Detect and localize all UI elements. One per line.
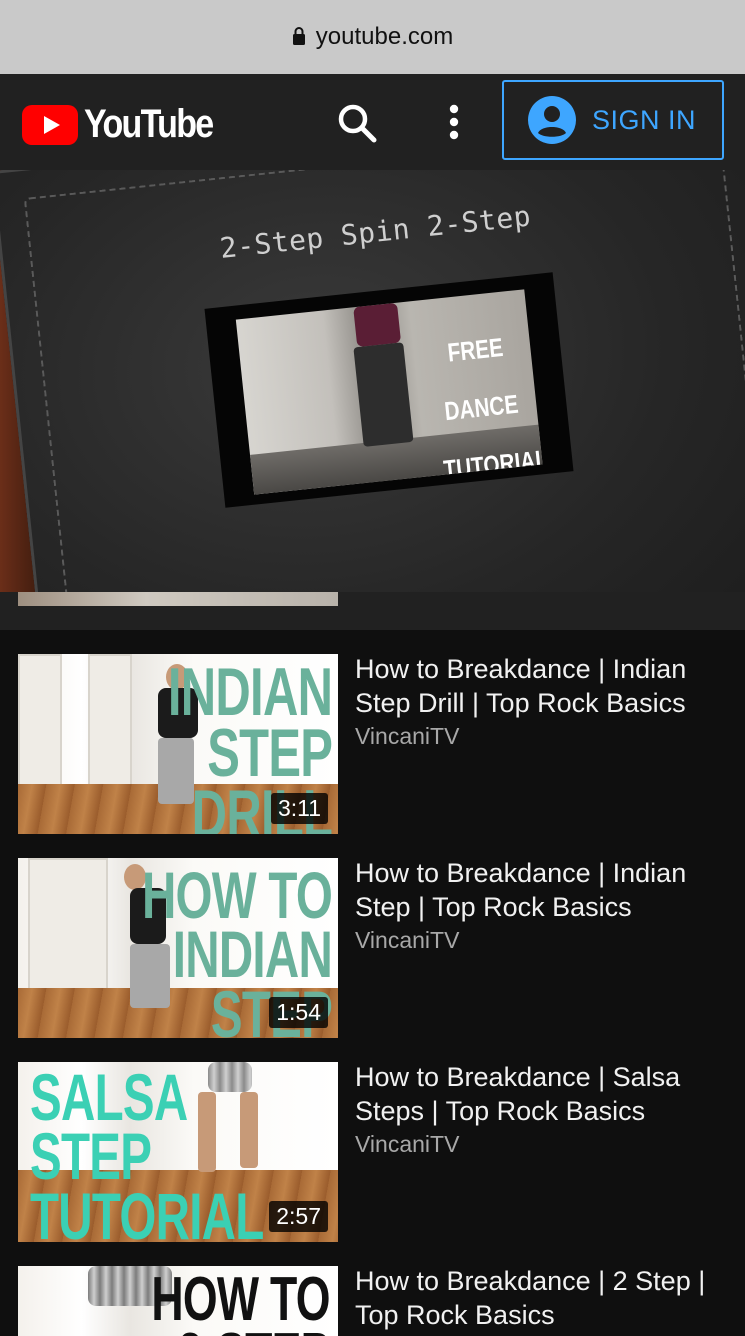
more-options-button[interactable] [438,100,470,146]
duration-badge: 1:54 [269,997,328,1028]
browser-url-bar[interactable]: youtube.com [0,0,745,74]
video-meta[interactable]: How to Breakdance | 2 Step | Top Rock Ba… [355,1264,727,1332]
search-icon [338,104,377,143]
video-title[interactable]: How to Breakdance | Indian Step | Top Ro… [355,856,727,924]
account-circle-icon [528,96,576,144]
sign-in-label: SIGN IN [592,104,697,135]
partial-thumbnail [18,592,338,606]
more-vert-icon [449,104,459,140]
dancer-figure [353,302,402,348]
list-item[interactable]: INDIAN STEP DRILL 3:11 How to Breakdance… [0,630,745,834]
video-title[interactable]: How to Breakdance | 2 Step | Top Rock Ba… [355,1264,727,1332]
search-button[interactable] [334,100,380,146]
video-meta[interactable]: How to Breakdance | Indian Step Drill | … [355,652,727,751]
hero-video-frame: FREE DANCE TUTORIALS [204,272,574,508]
hero-overlay-text: FREE DANCE TUTORIALS [442,331,543,485]
duration-badge: 3:11 [270,793,328,824]
channel-name[interactable]: VincaniTV [355,721,727,751]
thumbnail-text: HOW TO 2-STEP [151,1266,331,1336]
video-meta[interactable]: How to Breakdance | Salsa Steps | Top Ro… [355,1060,727,1159]
thumbnail-text: SALSA STEP TUTORIAL [30,1062,264,1242]
video-player[interactable]: 2-Step Spin 2-Step FREE DANCE TUTORIALS [0,170,745,592]
app-header: YouTube SIGN IN [0,74,745,170]
partial-list-item[interactable] [0,592,745,630]
list-item[interactable]: HOW TO INDIAN STEP 1:54 How to Breakdanc… [0,834,745,1038]
channel-name[interactable]: VincaniTV [355,925,727,955]
video-thumbnail[interactable]: HOW TO 2-STEP [18,1266,338,1336]
youtube-logo[interactable]: YouTube [22,102,235,147]
video-meta[interactable]: How to Breakdance | Indian Step | Top Ro… [355,856,727,955]
lock-icon [292,27,305,45]
video-title[interactable]: How to Breakdance | Indian Step Drill | … [355,652,727,720]
video-thumbnail[interactable]: INDIAN STEP DRILL 3:11 [18,654,338,834]
list-item[interactable]: SALSA STEP TUTORIAL 2:57 How to Breakdan… [0,1038,745,1242]
hero-video-still: FREE DANCE TUTORIALS [235,289,543,495]
youtube-play-icon [22,104,78,145]
browser-url: youtube.com [315,23,454,50]
video-thumbnail[interactable]: HOW TO INDIAN STEP 1:54 [18,858,338,1038]
logo-text: YouTube [84,102,214,146]
sign-in-button[interactable]: SIGN IN [502,80,724,160]
video-thumbnail[interactable]: SALSA STEP TUTORIAL 2:57 [18,1062,338,1242]
video-title[interactable]: How to Breakdance | Salsa Steps | Top Ro… [355,1060,727,1128]
duration-badge: 2:57 [269,1201,328,1232]
list-item[interactable]: HOW TO 2-STEP How to Breakdance | 2 Step… [0,1242,745,1336]
channel-name[interactable]: VincaniTV [355,1129,727,1159]
